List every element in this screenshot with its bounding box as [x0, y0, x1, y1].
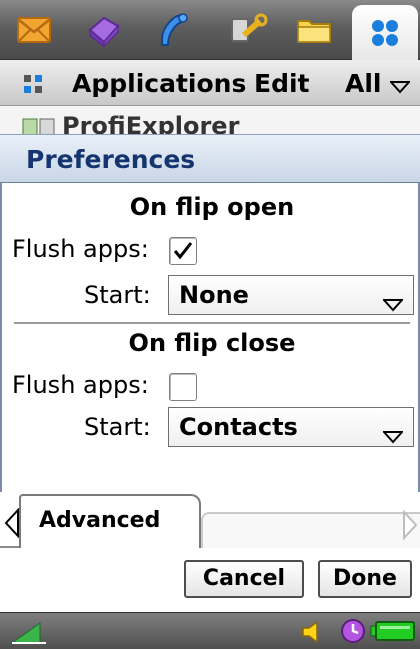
checkmark-icon	[173, 242, 193, 260]
done-button[interactable]: Done	[318, 560, 412, 598]
app-menu-icon[interactable]	[22, 72, 44, 101]
signal-icon	[10, 621, 46, 649]
tab-scroll-right-icon[interactable]	[402, 509, 418, 544]
app-launcher-bar	[0, 0, 420, 60]
web-icon[interactable]	[84, 10, 124, 50]
start-close-value: Contacts	[179, 413, 298, 441]
filter-dropdown-label: All	[345, 69, 382, 98]
triangle-down-icon	[381, 290, 405, 318]
edit-menu[interactable]: Edit	[254, 69, 310, 98]
start-open-value: None	[179, 281, 249, 309]
flush-apps-open-label: Flush apps:	[12, 235, 149, 263]
tab-scroll-left-icon[interactable]	[4, 507, 20, 542]
tab-advanced[interactable]: Advanced	[19, 494, 201, 548]
cancel-button[interactable]: Cancel	[184, 560, 304, 598]
background-list-item: ProfiExplorer	[0, 106, 420, 134]
section-divider	[14, 322, 410, 324]
tools-icon[interactable]	[228, 10, 268, 50]
start-close-dropdown[interactable]: Contacts	[168, 407, 414, 447]
flip-close-heading: On flip close	[128, 329, 296, 357]
applications-menu[interactable]: Applications	[72, 69, 246, 98]
flush-apps-open-checkbox[interactable]	[169, 237, 197, 265]
messaging-icon[interactable]	[14, 10, 54, 50]
folder-icon[interactable]	[294, 10, 334, 50]
tab-next-placeholder[interactable]	[201, 512, 420, 548]
start-open-dropdown[interactable]: None	[168, 275, 414, 315]
battery-icon[interactable]	[370, 620, 416, 646]
volume-icon[interactable]	[300, 620, 322, 648]
alarm-icon[interactable]	[340, 618, 366, 648]
triangle-down-icon	[381, 422, 405, 450]
menu-bar: Applications Edit All	[0, 60, 420, 106]
dialog-title: Preferences	[0, 134, 420, 182]
app-file-icon	[22, 114, 56, 134]
flush-apps-close-checkbox[interactable]	[169, 373, 197, 401]
preferences-panel: On flip open Flush apps: Start: None On …	[0, 182, 420, 492]
start-open-label: Start:	[84, 281, 151, 309]
phone-icon[interactable]	[152, 10, 192, 50]
flush-apps-close-label: Flush apps:	[12, 371, 149, 399]
applications-grid-icon[interactable]	[352, 5, 418, 60]
background-item-label: ProfiExplorer	[62, 112, 240, 134]
triangle-down-icon	[388, 71, 412, 100]
start-close-label: Start:	[84, 413, 151, 441]
filter-dropdown[interactable]: All	[345, 69, 412, 100]
status-bar	[0, 612, 420, 649]
flip-open-heading: On flip open	[129, 193, 295, 221]
